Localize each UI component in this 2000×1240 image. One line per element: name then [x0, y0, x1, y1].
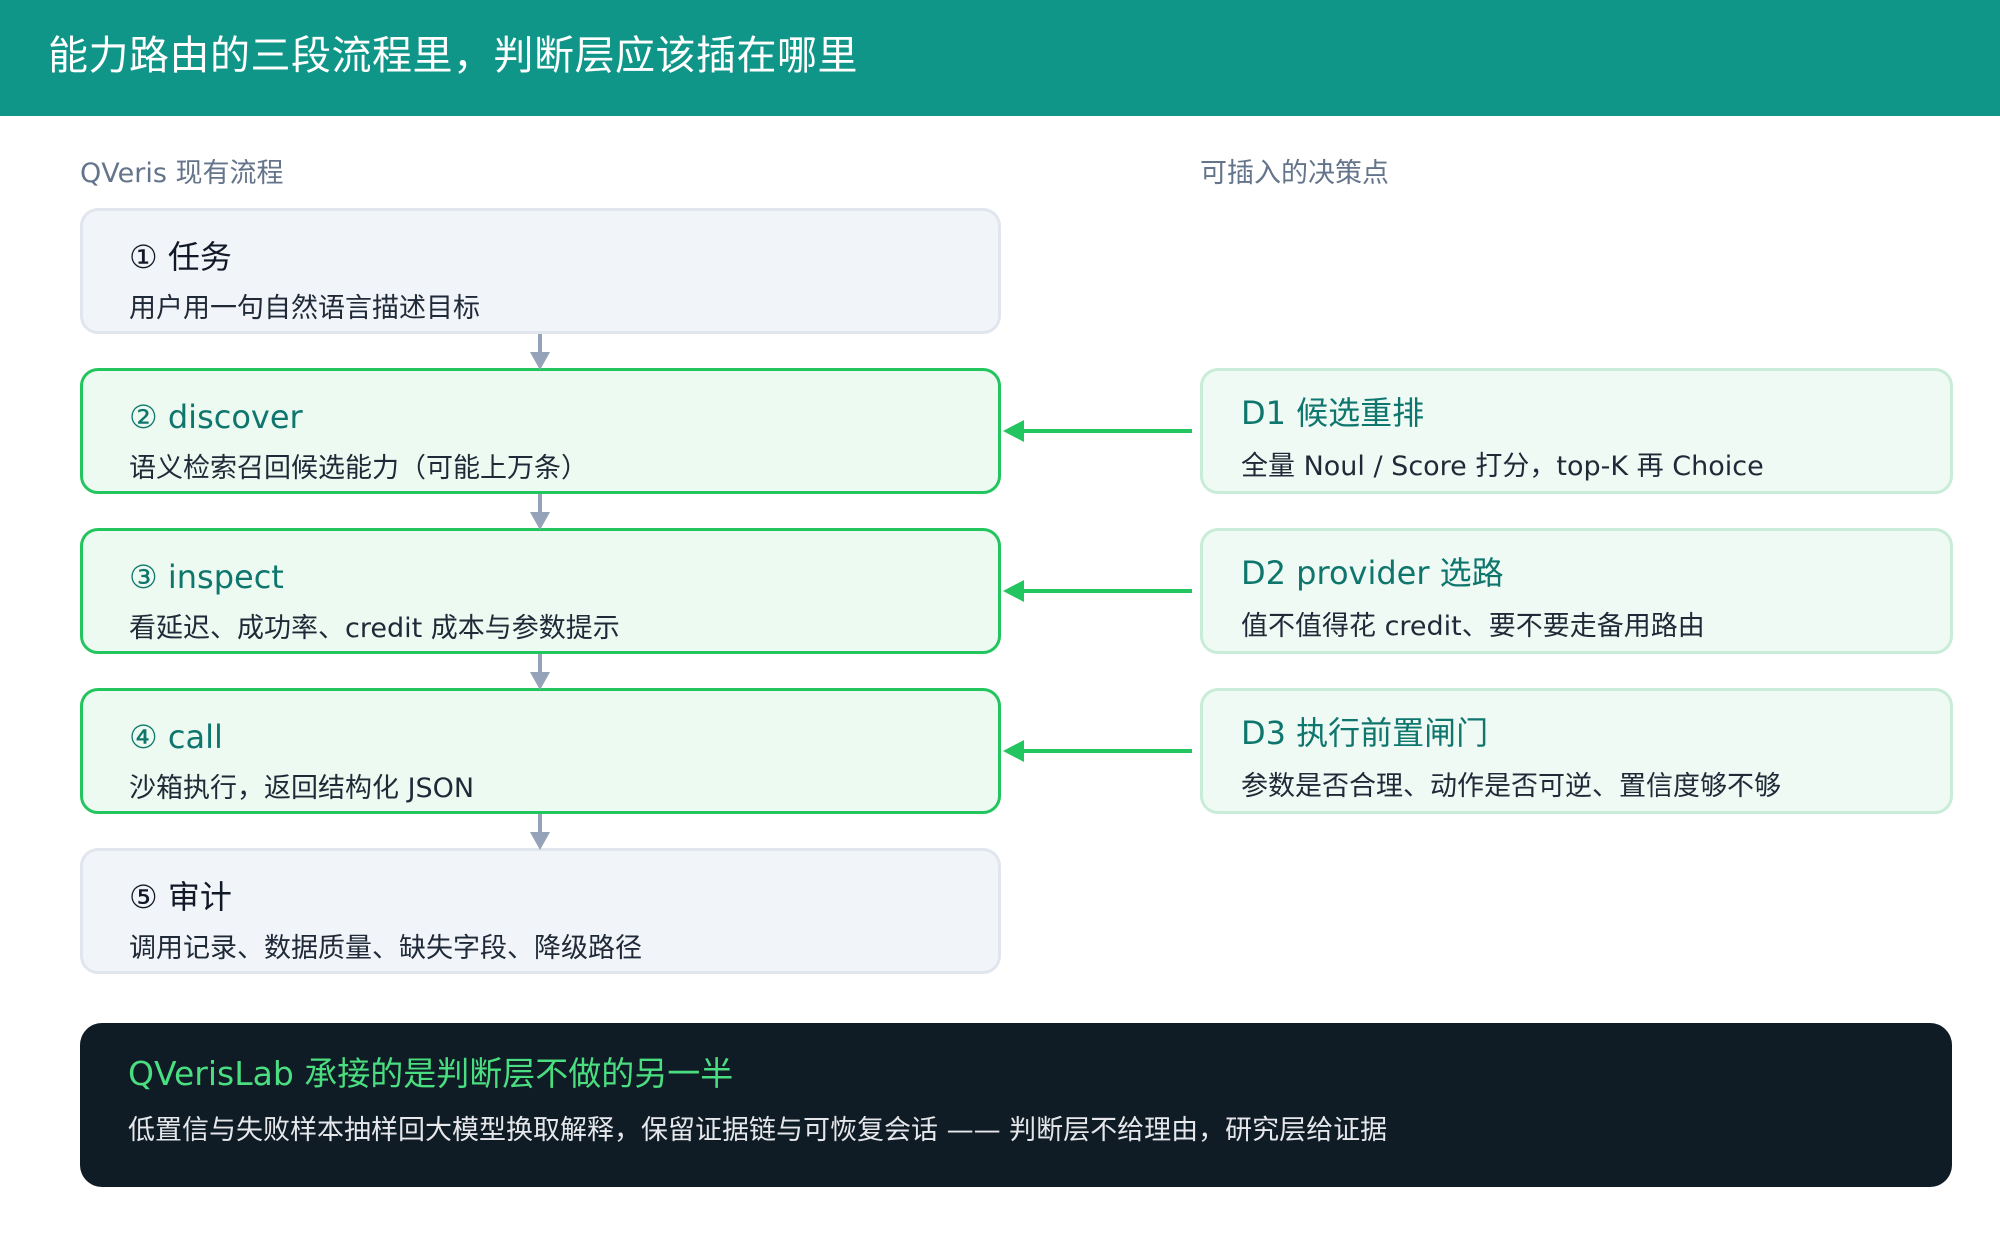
connector-arrowhead-d2: [1003, 580, 1024, 602]
summary-panel: QVerisLab 承接的是判断层不做的另一半 低置信与失败样本抽样回大模型换取…: [80, 1023, 1952, 1187]
connector-arrowhead-d3: [1003, 740, 1024, 762]
flow-arrowhead-3-4: [530, 672, 550, 690]
summary-text: 低置信与失败样本抽样回大模型换取解释，保留证据链与可恢复会话 —— 判断层不给理…: [128, 1115, 1388, 1146]
flow-arrowhead-2-3: [530, 512, 550, 530]
flow-arrowhead-1-2: [530, 352, 550, 370]
connector-arrowhead-d1: [1003, 420, 1024, 442]
flow-arrowhead-4-5: [530, 832, 550, 850]
summary-title: QVerisLab 承接的是判断层不做的另一半: [128, 1054, 734, 1093]
